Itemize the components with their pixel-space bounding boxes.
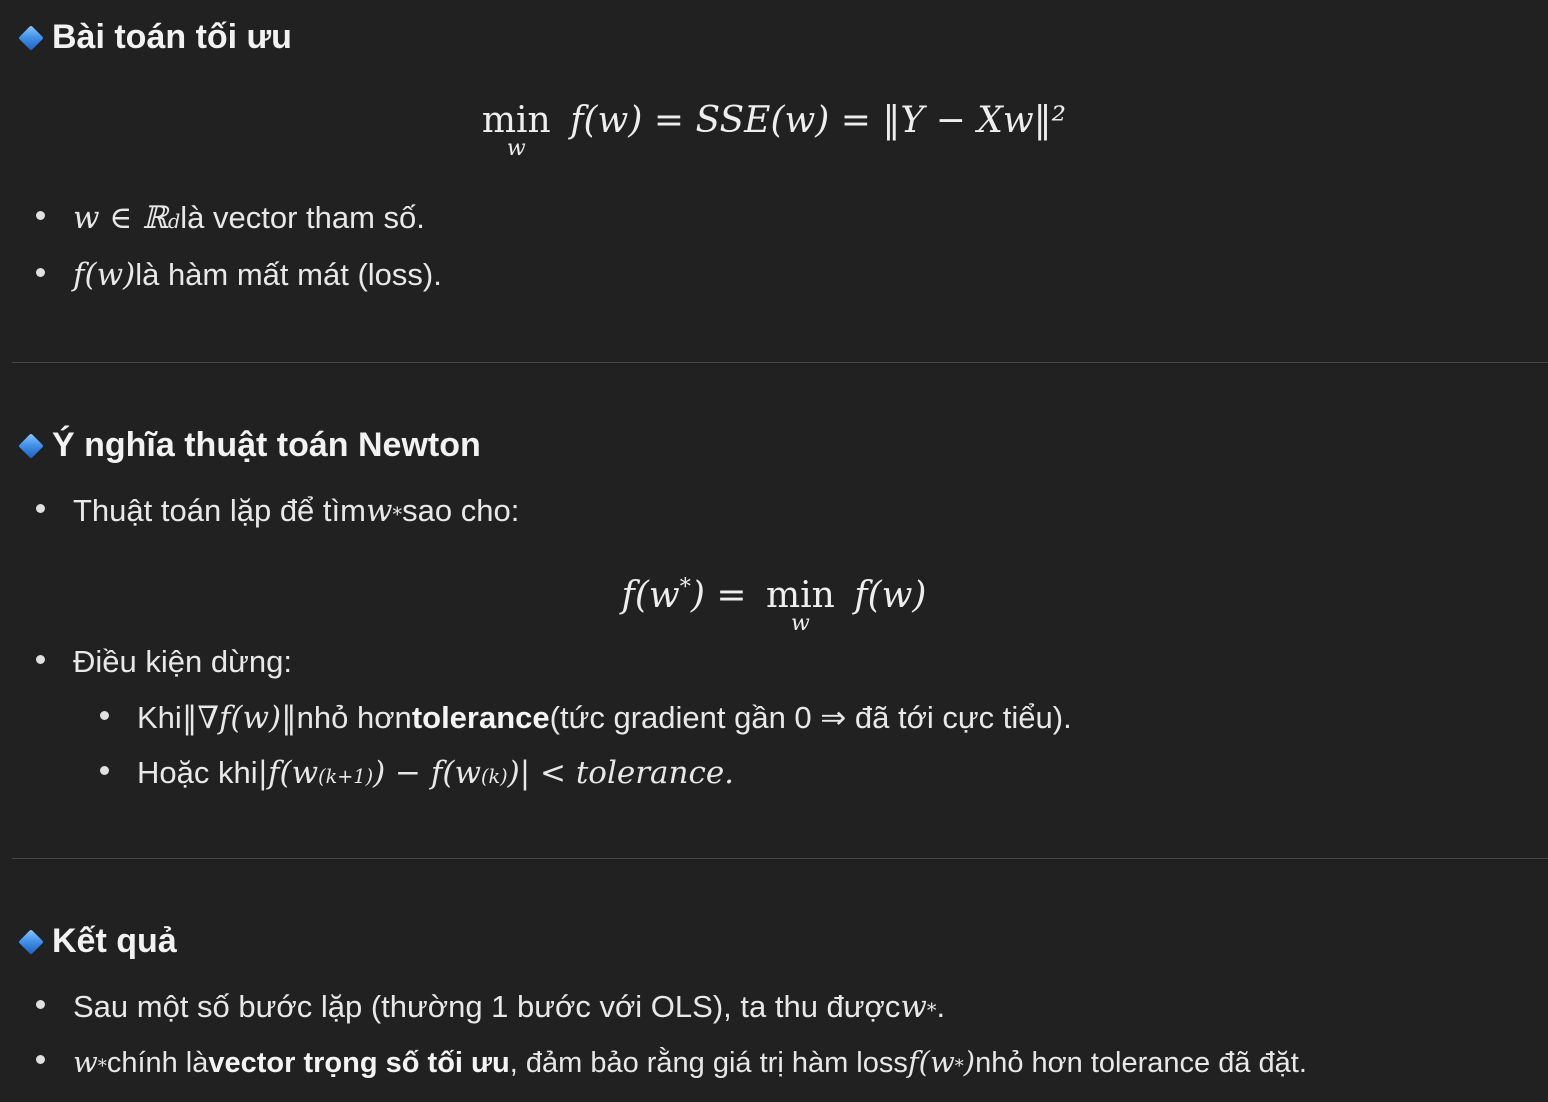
section-heading-optimization: Bài toán tối ưu [16,18,292,57]
bullet-dot [100,766,109,775]
list-item: w * chính là vector trọng số tối ưu, đảm … [36,1045,1307,1080]
section-heading-newton: Ý nghĩa thuật toán Newton [16,426,481,465]
list-item: f(w) là hàm mất mát (loss). [36,257,442,293]
section-heading-result: Kết quả [16,922,177,961]
bullet-dot [36,211,45,220]
formula-objective: min w f(w) = SSE(w) = ‖Y − Xw‖² [0,100,1548,161]
bullet-dot [100,711,109,720]
bullet-dot [36,1000,45,1009]
list-item: Thuật toán lặp để tìm w * sao cho: [36,493,519,529]
min-subscript: w [506,136,526,161]
min-operator: min w [481,100,551,161]
bullet-dot [36,504,45,513]
blue-diamond-icon [18,928,44,955]
min-operator: min w [765,575,835,636]
list-item: Sau một số bước lặp (thường 1 bước với O… [36,989,945,1025]
bullet-dot [36,268,45,277]
formula-argmin: f(w*) = min w f(w) [621,574,927,636]
min-subscript: w [790,611,810,636]
section-title: Kết quả [52,922,177,960]
bullet-dot [36,655,45,664]
blue-diamond-icon [18,24,44,51]
blue-diamond-icon [18,432,44,459]
divider [12,362,1548,363]
bullet-dot [36,1055,45,1064]
section-title: Bài toán tối ưu [52,18,292,56]
formula-rhs: f(w) = SSE(w) = ‖Y − Xw‖² [570,100,1067,141]
list-item: Điều kiện dừng: [36,644,292,680]
list-item: w ∈ ℝd là vector tham số. [36,200,425,236]
divider [12,858,1548,859]
sub-list-item: Khi ‖∇f(w)‖ nhỏ hơn tolerance (tức gradi… [100,700,1072,736]
sub-list-item: Hoặc khi |f(w (k+1)) − f(w (k))| < toleran… [100,755,734,791]
section-title: Ý nghĩa thuật toán Newton [52,426,481,464]
